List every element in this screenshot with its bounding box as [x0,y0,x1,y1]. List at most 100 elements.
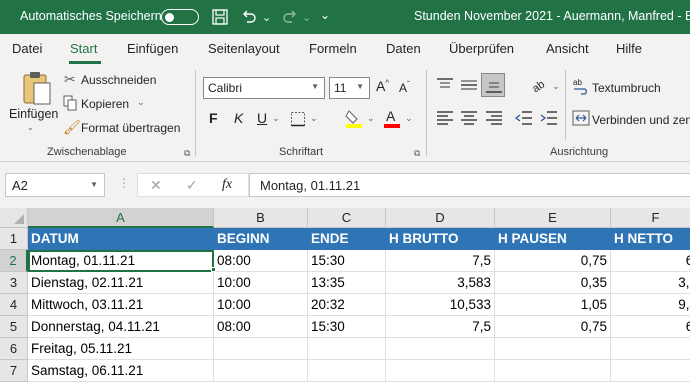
insert-function-icon[interactable]: fx [222,177,232,193]
cell-b4[interactable]: 10:00 [214,294,308,316]
row-header-2[interactable]: 2 [0,250,28,272]
cell-e5[interactable]: 0,75 [495,316,611,338]
decrease-indent-icon[interactable] [515,110,533,126]
row-header-1[interactable]: 1 [0,228,28,250]
wrap-text-button[interactable]: Textumbruch [592,81,661,95]
borders-dropdown-icon[interactable]: ⌄ [310,113,318,124]
align-center-icon[interactable] [460,110,478,126]
row-header-7[interactable]: 7 [0,360,28,382]
fill-color-icon[interactable] [345,108,363,128]
increase-indent-icon[interactable] [540,110,558,126]
cell-f5[interactable]: 6, [611,316,690,338]
cell-d5[interactable]: 7,5 [386,316,495,338]
cell-a4[interactable]: Mittwoch, 03.11.21 [28,294,214,316]
column-header-b[interactable]: B [214,208,308,228]
cell-d6[interactable] [386,338,495,360]
cell-a6[interactable]: Freitag, 05.11.21 [28,338,214,360]
table-header-cell[interactable]: DATUM [28,228,214,250]
tab-seitenlayout[interactable]: Seitenlayout [208,41,280,56]
cell-d4[interactable]: 10,533 [386,294,495,316]
cell-e7[interactable] [495,360,611,382]
paste-icon[interactable] [19,70,53,106]
paste-dropdown-icon[interactable]: ⌄ [27,123,34,132]
font-color-dropdown-icon[interactable]: ⌄ [405,113,413,124]
column-header-f[interactable]: F [611,208,690,228]
row-header-4[interactable]: 4 [0,294,28,316]
cell-b2[interactable]: 08:00 [214,250,308,272]
redo-icon[interactable] [281,8,299,26]
underline-dropdown-icon[interactable]: ⌄ [272,113,280,124]
select-all-button[interactable] [0,208,28,228]
undo-icon[interactable] [240,8,258,26]
align-top-icon[interactable] [436,77,454,93]
customize-qat-icon[interactable]: ⌄ [320,8,330,22]
copy-dropdown-icon[interactable]: ⌄ [137,97,145,108]
cell-b7[interactable] [214,360,308,382]
cell-b3[interactable]: 10:00 [214,272,308,294]
more-options-icon[interactable]: ⋮ [118,176,130,190]
cell-a7[interactable]: Samstag, 06.11.21 [28,360,214,382]
tab-hilfe[interactable]: Hilfe [616,41,642,56]
font-size-combo[interactable]: 11 ▼ [329,77,370,99]
borders-icon[interactable] [290,111,306,127]
cell-f7[interactable] [611,360,690,382]
cell-e2[interactable]: 0,75 [495,250,611,272]
cell-c3[interactable]: 13:35 [308,272,386,294]
orientation-dropdown-icon[interactable]: ⌄ [552,81,560,92]
enter-icon[interactable]: ✓ [186,177,198,194]
table-header-cell[interactable]: ENDE [308,228,386,250]
fill-handle[interactable] [211,267,216,272]
row-header-3[interactable]: 3 [0,272,28,294]
cell-c2[interactable]: 15:30 [308,250,386,272]
tab-datei[interactable]: Datei [12,41,42,56]
table-header-cell[interactable]: H PAUSEN [495,228,611,250]
font-launcher-icon[interactable]: ⧉ [414,148,420,159]
format-painter-label[interactable]: Format übertragen [81,121,180,135]
cell-b5[interactable]: 08:00 [214,316,308,338]
paste-label[interactable]: Einfügen [9,107,58,121]
cell-a2[interactable]: Montag, 01.11.21 [28,250,214,272]
font-color-button[interactable]: A [386,108,395,124]
cell-e3[interactable]: 0,35 [495,272,611,294]
font-name-combo[interactable]: Calibri ▼ [203,77,325,99]
align-middle-icon[interactable] [460,77,478,93]
cell-c6[interactable] [308,338,386,360]
undo-dropdown-icon[interactable]: ⌄ [262,11,271,24]
orientation-icon[interactable]: ab [530,76,550,94]
align-left-icon[interactable] [436,110,454,126]
tab-ueberpruefen[interactable]: Überprüfen [449,41,514,56]
fill-color-dropdown-icon[interactable]: ⌄ [367,113,375,124]
name-box[interactable]: A2 ▼ [5,173,105,197]
cell-c4[interactable]: 20:32 [308,294,386,316]
cell-d2[interactable]: 7,5 [386,250,495,272]
column-header-c[interactable]: C [308,208,386,228]
column-header-e[interactable]: E [495,208,611,228]
shrink-font-button[interactable]: Aˇ [399,80,410,95]
cell-e4[interactable]: 1,05 [495,294,611,316]
cell-b6[interactable] [214,338,308,360]
grow-font-button[interactable]: A^ [376,78,389,94]
tab-daten[interactable]: Daten [386,41,421,56]
cell-c5[interactable]: 15:30 [308,316,386,338]
align-bottom-button[interactable] [481,73,505,97]
clipboard-launcher-icon[interactable]: ⧉ [184,148,190,159]
table-header-cell[interactable]: BEGINN [214,228,308,250]
merge-center-button[interactable]: Verbinden und zen [592,113,690,127]
tab-start[interactable]: Start [70,41,97,56]
tab-formeln[interactable]: Formeln [309,41,357,56]
row-header-6[interactable]: 6 [0,338,28,360]
cell-f6[interactable] [611,338,690,360]
row-header-5[interactable]: 5 [0,316,28,338]
formula-input[interactable]: Montag, 01.11.21 [249,173,690,197]
redo-dropdown-icon[interactable]: ⌄ [302,11,311,24]
cell-f4[interactable]: 9,4 [611,294,690,316]
worksheet-grid[interactable]: A B C D E F 1 2 3 4 5 6 7 DATUM BEGINN ENDE H BRUTTO H PA… [0,208,690,388]
column-header-a[interactable]: A [28,208,214,228]
cell-e6[interactable] [495,338,611,360]
autosave-toggle[interactable] [161,9,199,25]
table-header-cell[interactable]: H BRUTTO [386,228,495,250]
copy-label[interactable]: Kopieren [81,97,129,111]
cell-a3[interactable]: Dienstag, 02.11.21 [28,272,214,294]
cell-d7[interactable] [386,360,495,382]
cell-f2[interactable]: 6, [611,250,690,272]
